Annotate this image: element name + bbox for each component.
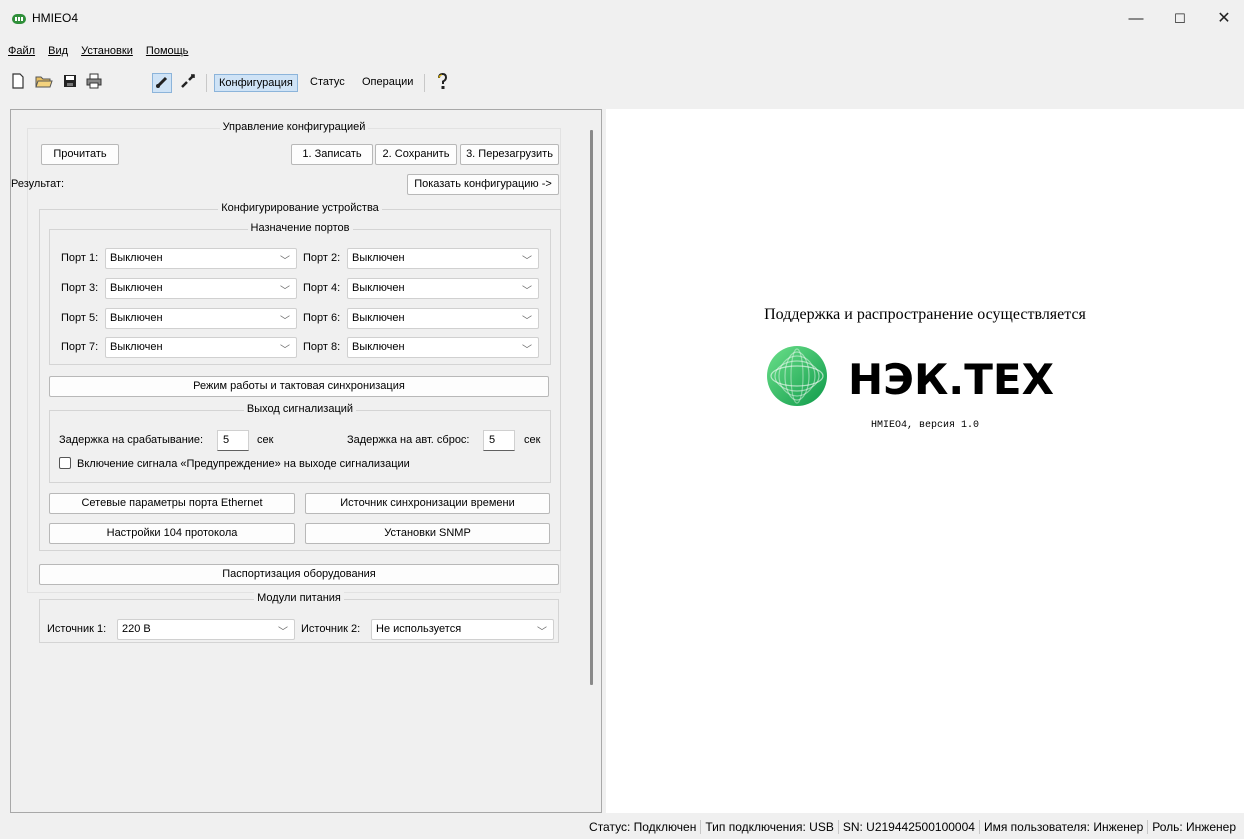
mode-sync-button[interactable]: Режим работы и тактовая синхронизация [49, 376, 549, 397]
port-6-label: Порт 6: [303, 312, 341, 324]
alarm-output-title: Выход сигнализаций [243, 403, 357, 415]
source-1-label: Источник 1: [47, 623, 107, 635]
port-4-label: Порт 4: [303, 282, 341, 294]
chevron-down-icon: ﹀ [278, 627, 288, 638]
chevron-down-icon: ﹀ [522, 316, 532, 327]
user-role: Роль: Инженер [1147, 820, 1240, 834]
title-bar: HMIEO4 — ☐ ✕ [0, 0, 1244, 36]
chevron-down-icon: ﹀ [522, 345, 532, 356]
version-text: HMIEO4, версия 1.0 [870, 420, 980, 431]
warning-signal-checkbox[interactable] [59, 457, 71, 469]
reboot-button[interactable]: 3. Перезагрузить [460, 144, 559, 165]
chevron-down-icon: ﹀ [280, 286, 290, 297]
port-2-label: Порт 2: [303, 252, 341, 264]
connection-type: Тип подключения: USB [700, 820, 838, 834]
write-button[interactable]: 1. Записать [291, 144, 373, 165]
menu-settings[interactable]: Установки [81, 45, 133, 57]
port-8-label: Порт 8: [303, 341, 341, 353]
brand-logo-icon [767, 346, 827, 406]
delay-reset-unit: сек [524, 434, 541, 446]
source-2-select[interactable]: Не используется ﹀ [371, 619, 554, 640]
brand-name: НЭК.ТЕХ [848, 355, 1054, 404]
minimize-button[interactable]: — [1116, 8, 1156, 30]
tab-operations[interactable]: Операции [358, 74, 417, 92]
menu-help[interactable]: Помощь [146, 45, 189, 57]
panel-scrollbar[interactable] [590, 130, 593, 685]
power-modules-title: Модули питания [254, 592, 344, 604]
chevron-down-icon: ﹀ [537, 627, 547, 638]
tab-status[interactable]: Статус [306, 74, 349, 92]
port-3-select[interactable]: Выключен ﹀ [105, 278, 297, 299]
port-4-select[interactable]: Выключен ﹀ [347, 278, 539, 299]
port-1-label: Порт 1: [61, 252, 99, 264]
source-1-select[interactable]: 220 В ﹀ [117, 619, 295, 640]
tab-configuration[interactable]: Конфигурация [214, 74, 298, 92]
port-7-select[interactable]: Выключен ﹀ [105, 337, 297, 358]
passport-button[interactable]: Паспортизация оборудования [39, 564, 559, 585]
support-text: Поддержка и распространение осуществляет… [764, 306, 1086, 323]
chevron-down-icon: ﹀ [522, 286, 532, 297]
ports-title: Назначение портов [247, 222, 353, 234]
delay-reset-label: Задержка на авт. сброс: [347, 434, 470, 446]
close-button[interactable]: ✕ [1204, 8, 1244, 30]
config-management-title: Управление конфигурацией [219, 121, 369, 133]
device-config-title: Конфигурирование устройства [218, 202, 382, 214]
save-icon[interactable] [60, 73, 80, 93]
port-2-select[interactable]: Выключен ﹀ [347, 248, 539, 269]
chevron-down-icon: ﹀ [522, 256, 532, 267]
menu-view[interactable]: Вид [48, 45, 68, 57]
read-button[interactable]: Прочитать [41, 144, 119, 165]
connect-icon[interactable] [152, 73, 172, 93]
chevron-down-icon: ﹀ [280, 256, 290, 267]
port-5-select[interactable]: Выключен ﹀ [105, 308, 297, 329]
configuration-panel: Управление конфигурацией Прочитать 1. За… [10, 109, 602, 813]
ethernet-settings-button[interactable]: Сетевые параметры порта Ethernet [49, 493, 295, 514]
serial-number: SN: U219442500100004 [837, 820, 979, 834]
menu-file[interactable]: Файл [8, 45, 35, 57]
warning-signal-label: Включение сигнала «Предупреждение» на вы… [77, 458, 410, 470]
time-sync-source-button[interactable]: Источник синхронизации времени [305, 493, 550, 514]
disconnect-icon[interactable] [178, 73, 198, 93]
port-8-select[interactable]: Выключен ﹀ [347, 337, 539, 358]
delay-trigger-unit: сек [257, 434, 274, 446]
protocol-104-button[interactable]: Настройки 104 протокола [49, 523, 295, 544]
maximize-button[interactable]: ☐ [1160, 8, 1200, 30]
port-6-select[interactable]: Выключен ﹀ [347, 308, 539, 329]
menu-bar: Файл Вид Установки Помощь [8, 45, 198, 61]
port-7-label: Порт 7: [61, 341, 99, 353]
user-name: Имя пользователя: Инженер [978, 820, 1148, 834]
new-file-icon[interactable] [8, 73, 28, 93]
chevron-down-icon: ﹀ [280, 316, 290, 327]
result-label: Результат: [11, 178, 65, 190]
chevron-down-icon: ﹀ [280, 345, 290, 356]
delay-trigger-input[interactable]: 5 [217, 430, 249, 451]
port-3-label: Порт 3: [61, 282, 99, 294]
window-title: HMIEO4 [32, 11, 79, 25]
delay-trigger-label: Задержка на срабатывание: [59, 434, 204, 446]
connection-status: Статус: Подключен [589, 820, 697, 834]
toolbar: Конфигурация Статус Операции [6, 70, 606, 96]
port-5-label: Порт 5: [61, 312, 99, 324]
delay-reset-input[interactable]: 5 [483, 430, 515, 451]
save-config-button[interactable]: 2. Сохранить [375, 144, 457, 165]
about-panel: Поддержка и распространение осуществляет… [606, 109, 1244, 813]
snmp-settings-button[interactable]: Установки SNMP [305, 523, 550, 544]
show-config-button[interactable]: Показать конфигурацию -> [407, 174, 559, 195]
app-logo-icon [12, 14, 26, 24]
help-icon[interactable] [432, 72, 452, 93]
alarm-output-group: Выход сигнализаций [49, 403, 551, 483]
print-icon[interactable] [84, 73, 104, 93]
status-bar: Статус: Подключен Тип подключения: USB SN:… [0, 813, 1244, 839]
open-folder-icon[interactable] [34, 73, 54, 93]
source-2-label: Источник 2: [301, 623, 361, 635]
port-1-select[interactable]: Выключен ﹀ [105, 248, 297, 269]
